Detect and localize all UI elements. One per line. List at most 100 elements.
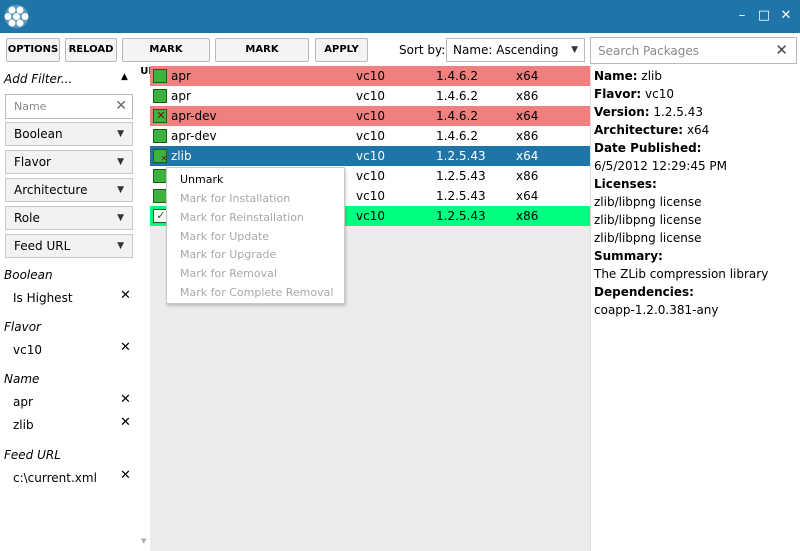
menu-item-mark-removal[interactable]: Mark for Removal [180, 267, 277, 280]
filter-item: Is Highest [13, 291, 73, 305]
remove-filter-icon[interactable]: ✕ [120, 468, 131, 483]
package-arch: x86 [516, 129, 539, 143]
detail-label: Version: [594, 105, 650, 119]
package-row[interactable]: apr-dev vc10 1.4.6.2 x86 [150, 126, 590, 146]
package-row[interactable]: apr vc10 1.4.6.2 x64 [150, 66, 590, 86]
remove-filter-icon[interactable]: ✕ [120, 392, 131, 407]
checkbox-icon[interactable] [153, 189, 167, 203]
chevron-down-icon: ▼ [117, 157, 124, 167]
package-name: apr-dev [171, 129, 217, 143]
title-bar: – □ ✕ [0, 0, 800, 33]
detail-name: Name: zlib [594, 69, 662, 83]
package-flavor: vc10 [356, 189, 385, 203]
package-flavor: vc10 [356, 109, 385, 123]
package-flavor: vc10 [356, 89, 385, 103]
package-row-selected[interactable]: ✕ zlib vc10 1.2.5.43 x64 [150, 146, 590, 166]
dropdown-label: Feed URL [14, 239, 71, 253]
minimize-icon[interactable]: – [734, 8, 750, 24]
checkbox-icon[interactable] [153, 129, 167, 143]
package-flavor: vc10 [356, 209, 385, 223]
toolbar: OPTIONS RELOAD MARK UPDATES MARK UPGRADE… [0, 33, 800, 77]
menu-item-mark-update[interactable]: Mark for Update [180, 230, 269, 243]
add-filter-label[interactable]: Add Filter... [4, 72, 72, 86]
menu-item-mark-reinstallation[interactable]: Mark for Reinstallation [180, 211, 304, 224]
sort-select[interactable]: Name: Ascending ▼ [446, 38, 585, 62]
chevron-down-icon: ▼ [117, 129, 124, 139]
clear-name-icon[interactable]: ✕ [115, 98, 127, 114]
detail-value: zlib [641, 69, 663, 83]
detail-label: Architecture: [594, 123, 684, 137]
chevron-up-icon[interactable]: ▲ [121, 72, 128, 82]
detail-summary-label: Summary: [594, 249, 663, 263]
menu-item-mark-installation[interactable]: Mark for Installation [180, 192, 290, 205]
package-arch: x86 [516, 169, 539, 183]
detail-date-label: Date Published: [594, 141, 701, 155]
package-list: apr vc10 1.4.6.2 x64 apr vc10 1.4.6.2 x8… [150, 66, 590, 551]
package-version: 1.2.5.43 [436, 169, 486, 183]
filter-group-title: Name [4, 372, 40, 386]
filter-group-title: Boolean [4, 268, 53, 282]
search-input[interactable]: Search Packages ✕ [590, 37, 797, 64]
checkbox-icon[interactable]: ✓ [153, 209, 167, 223]
flavor-filter-dropdown[interactable]: Flavor ▼ [5, 150, 133, 174]
app-logo-icon [4, 4, 29, 29]
maximize-icon[interactable]: □ [756, 8, 772, 24]
clear-search-icon[interactable]: ✕ [775, 41, 788, 59]
package-name: zlib [171, 149, 192, 163]
checkbox-icon[interactable] [153, 89, 167, 103]
chevron-down-icon: ▼ [117, 185, 124, 195]
boolean-filter-dropdown[interactable]: Boolean ▼ [5, 122, 133, 146]
detail-value: 1.2.5.43 [653, 105, 703, 119]
filter-panel: Add Filter... ▲ Name ✕ Boolean ▼ Flavor … [0, 66, 138, 551]
name-filter-input[interactable]: Name ✕ [5, 94, 133, 119]
chevron-down-icon: ▼ [571, 45, 578, 55]
search-placeholder: Search Packages [598, 44, 700, 58]
checkbox-icon[interactable] [153, 69, 167, 83]
filter-item: apr [13, 395, 33, 409]
package-version: 1.2.5.43 [436, 209, 486, 223]
mark-upgrades-button[interactable]: MARK UPGRADES [215, 38, 309, 77]
package-name: apr [171, 69, 191, 83]
checkbox-icon[interactable]: ✕ [153, 149, 167, 163]
detail-summary: The ZLib compression library [594, 267, 769, 281]
package-arch: x86 [516, 89, 539, 103]
role-filter-dropdown[interactable]: Role ▼ [5, 206, 133, 230]
menu-item-unmark[interactable]: Unmark [180, 173, 223, 186]
dropdown-label: Role [14, 211, 40, 225]
remove-filter-icon[interactable]: ✕ [120, 340, 131, 355]
detail-dependency: coapp-1.2.0.381-any [594, 303, 719, 317]
remove-filter-icon[interactable]: ✕ [120, 415, 131, 430]
detail-license: zlib/libpng license [594, 213, 702, 227]
mark-updates-button[interactable]: MARK UPDATES [122, 38, 210, 77]
checkbox-icon[interactable]: ✕ [153, 109, 167, 123]
detail-date: 6/5/2012 12:29:45 PM [594, 159, 728, 173]
package-arch: x86 [516, 209, 539, 223]
remove-filter-icon[interactable]: ✕ [120, 288, 131, 303]
detail-value: vc10 [645, 87, 674, 101]
scroll-down-icon[interactable]: ▼ [141, 537, 146, 545]
package-version: 1.2.5.43 [436, 189, 486, 203]
apply-button[interactable]: APPLY [315, 38, 368, 62]
filter-item: zlib [13, 418, 34, 432]
package-arch: x64 [516, 109, 539, 123]
detail-licenses-label: Licenses: [594, 177, 657, 191]
sort-label: Sort by: [399, 43, 446, 57]
reload-button[interactable]: RELOAD [65, 38, 117, 62]
details-panel: Name: zlib Flavor: vc10 Version: 1.2.5.4… [590, 66, 800, 551]
package-row[interactable]: ✕ apr-dev vc10 1.4.6.2 x64 [150, 106, 590, 126]
menu-item-mark-complete-removal[interactable]: Mark for Complete Removal [180, 286, 333, 299]
dropdown-label: Boolean [14, 127, 63, 141]
filter-group-title: Feed URL [4, 448, 61, 462]
options-button[interactable]: OPTIONS [6, 38, 60, 62]
package-row[interactable]: apr vc10 1.4.6.2 x86 [150, 86, 590, 106]
checkbox-icon[interactable] [153, 169, 167, 183]
menu-item-mark-upgrade[interactable]: Mark for Upgrade [180, 248, 276, 261]
package-name: apr [171, 89, 191, 103]
package-arch: x64 [516, 189, 539, 203]
package-flavor: vc10 [356, 149, 385, 163]
feed-url-filter-dropdown[interactable]: Feed URL ▼ [5, 234, 133, 258]
close-icon[interactable]: ✕ [778, 8, 794, 24]
name-filter-placeholder: Name [14, 100, 47, 113]
architecture-filter-dropdown[interactable]: Architecture ▼ [5, 178, 133, 202]
package-flavor: vc10 [356, 69, 385, 83]
